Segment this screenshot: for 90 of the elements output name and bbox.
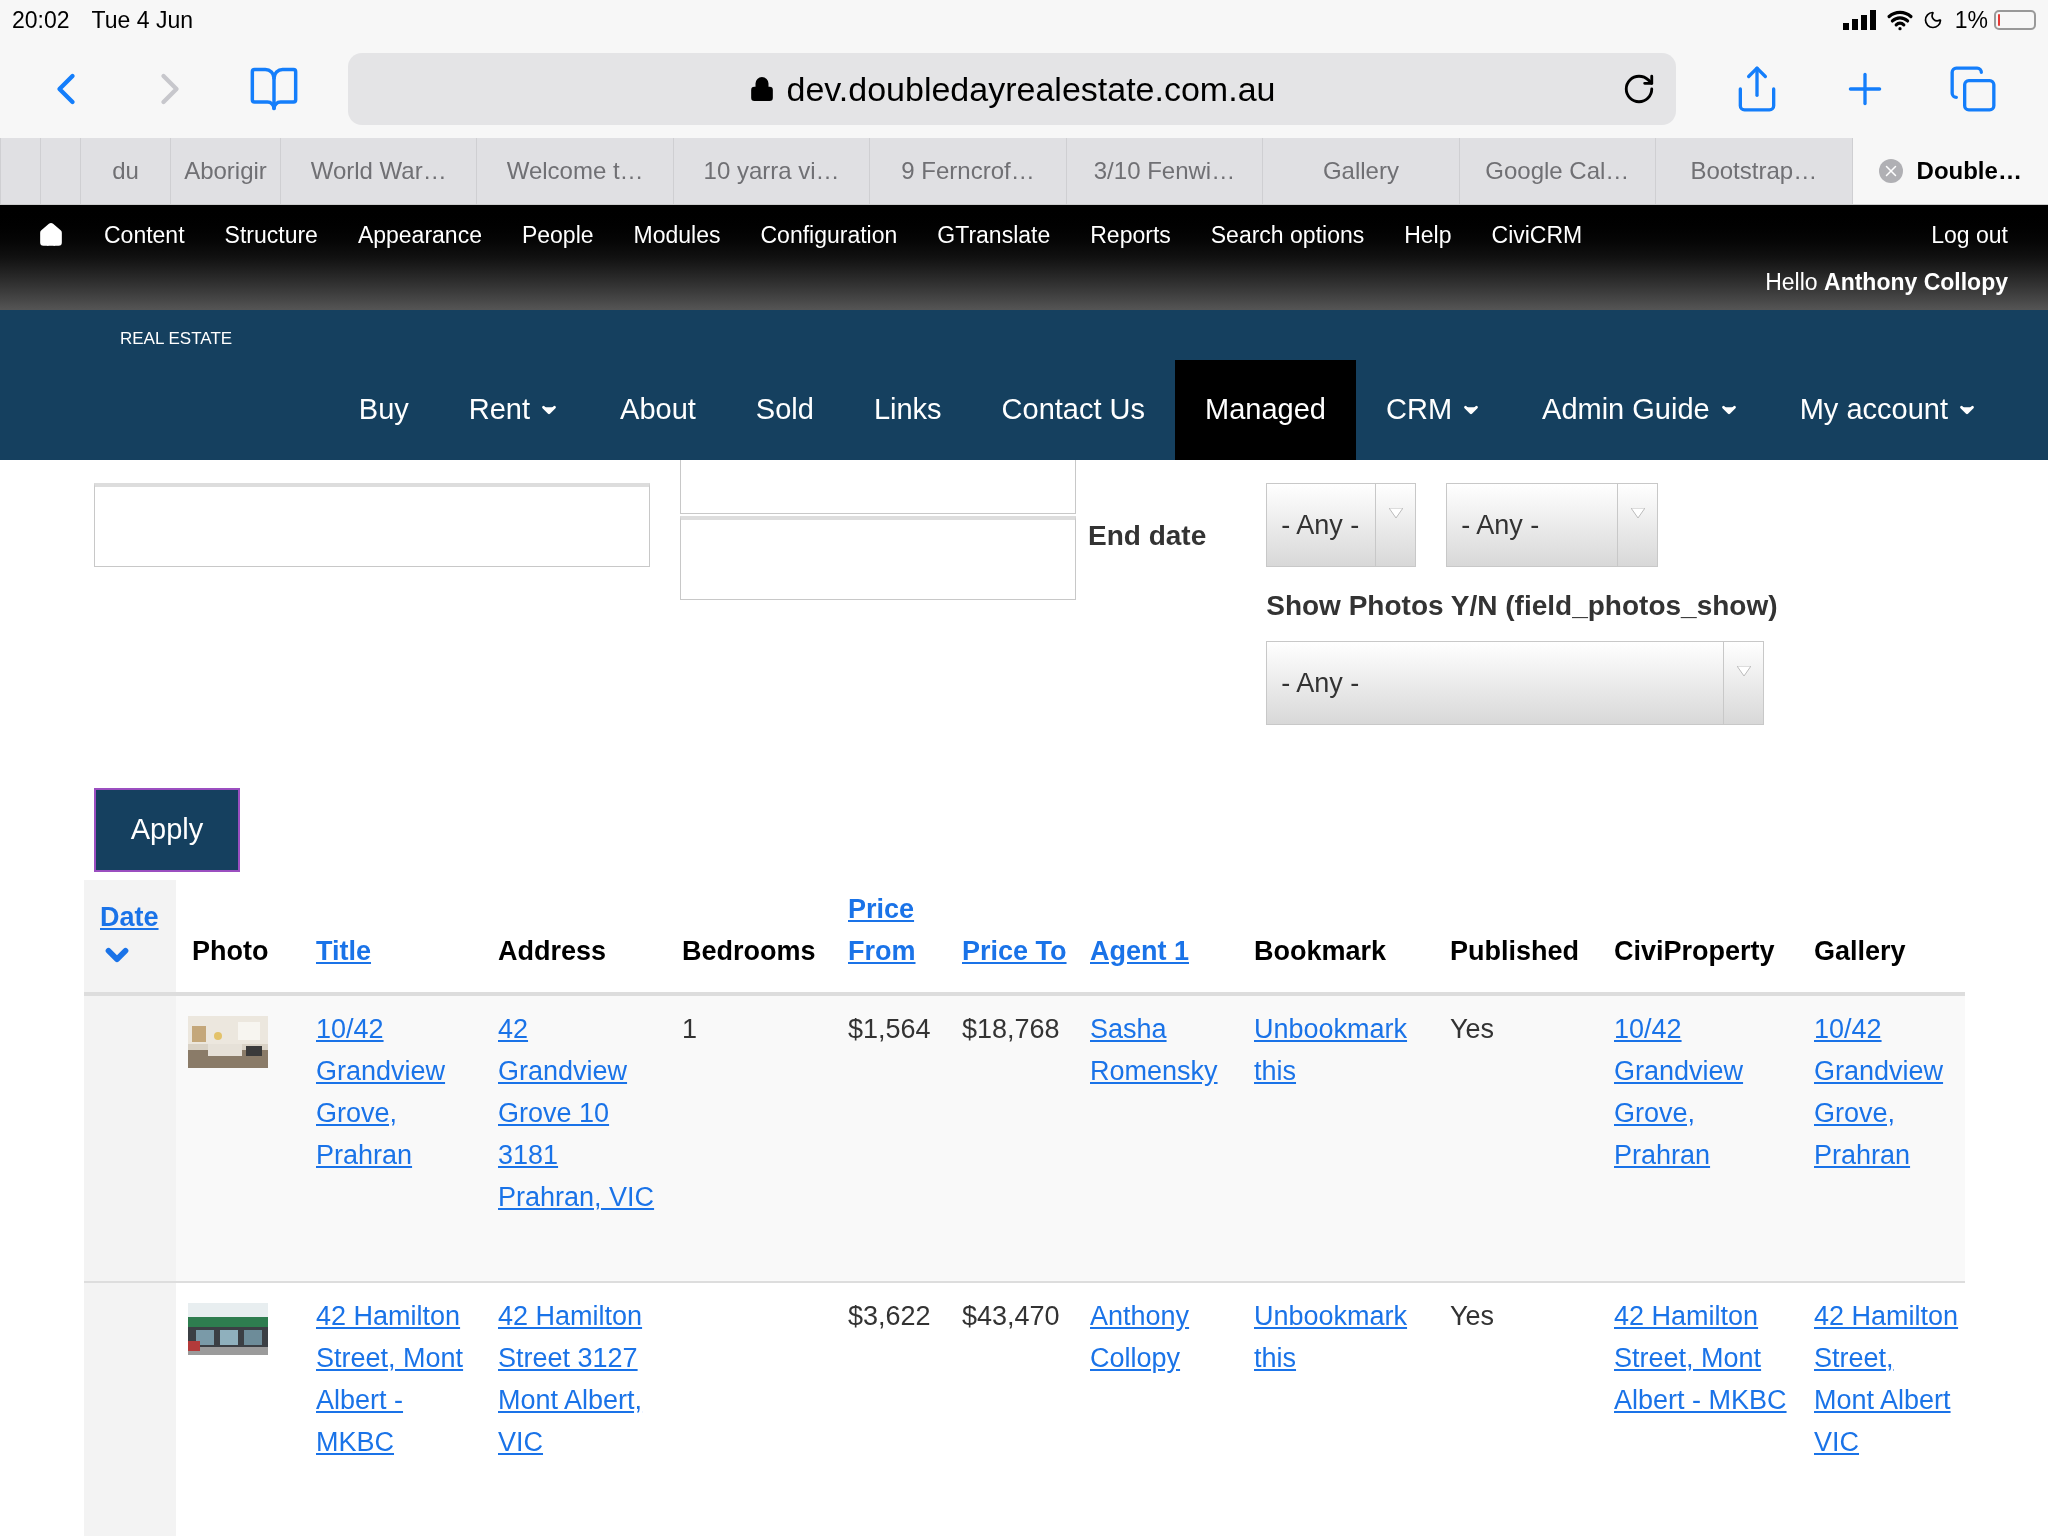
admin-menu-item[interactable]: Search options	[1210, 217, 1365, 253]
nav-link[interactable]: Buy	[328, 360, 439, 460]
admin-menu-item[interactable]: Content	[104, 217, 185, 253]
column-header-link[interactable]: Title	[316, 930, 436, 972]
table-link[interactable]: 10/42 Grandview Grove, Prahran	[316, 1008, 478, 1176]
nav-link[interactable]: About	[590, 360, 726, 460]
column-header-link[interactable]: Agent 1	[1090, 930, 1210, 972]
nav-link[interactable]: Admin Guide	[1512, 360, 1770, 460]
browser-tab[interactable]: du	[80, 138, 170, 204]
text-field[interactable]	[680, 516, 1076, 600]
admin-menu-item[interactable]: Appearance	[357, 217, 482, 253]
nav-link[interactable]: Managed	[1175, 360, 1356, 460]
admin-menu-item[interactable]: CiviCRM	[1491, 217, 1583, 253]
column-header: Address	[498, 935, 608, 968]
select-field[interactable]: - Any -	[1266, 483, 1417, 567]
column-header-link[interactable]: Price From	[848, 888, 946, 972]
lock-icon	[748, 76, 775, 102]
moon-icon	[1922, 10, 1943, 30]
table-cell-text: $18,768	[962, 1013, 1061, 1046]
table-link[interactable]: 42 Hamilton Street, Mont Albert VIC	[1814, 1295, 1961, 1463]
admin-menu-item[interactable]: GTranslate	[937, 217, 1051, 253]
column-header: Bedrooms	[682, 935, 817, 968]
table-cell-text: $43,470	[962, 1300, 1061, 1333]
browser-tab[interactable]: 3/10 Fenwi…	[1065, 138, 1263, 204]
browser-tab[interactable]: Gallery	[1262, 138, 1459, 204]
signal-icon	[1842, 10, 1877, 30]
select-field[interactable]: - Any -	[1446, 483, 1659, 567]
table-link[interactable]: Unbookmark this	[1254, 1295, 1430, 1379]
browser-tab[interactable]: World War…	[280, 138, 477, 204]
admin-menu-item[interactable]: Modules	[633, 217, 721, 253]
admin-menu-item[interactable]: People	[521, 217, 594, 253]
field-label: Show Photos Y/N (field_photos_show)	[1266, 589, 1778, 623]
table-link[interactable]: Anthony Collopy	[1090, 1295, 1234, 1379]
table-link[interactable]: 10/42 Grandview Grove, Prahran	[1814, 1008, 1961, 1176]
browser-tab[interactable]: Google Cal…	[1458, 138, 1656, 204]
home-icon[interactable]	[38, 222, 64, 248]
browser-tab[interactable]: Welcome t…	[476, 138, 673, 204]
column-header: Photo	[192, 935, 270, 968]
logout-link[interactable]: Log out	[1931, 217, 2008, 253]
table-link[interactable]: 42 Hamilton Street 3127 Mont Albert, VIC	[498, 1295, 662, 1463]
admin-menu-item[interactable]: Structure	[224, 217, 318, 253]
reload-icon[interactable]	[1622, 72, 1656, 106]
table-link[interactable]: 42 Hamilton Street, Mont Albert - MKBC	[1614, 1295, 1794, 1421]
logo-subtitle: REAL ESTATE	[120, 329, 233, 348]
browser-tab[interactable]: Aborigir	[170, 138, 280, 204]
column-header-link[interactable]: Price To	[962, 930, 1074, 972]
battery-icon	[1994, 10, 2036, 30]
column-header: CiviProperty	[1614, 935, 1776, 968]
select-field[interactable]: - Any -	[1266, 641, 1765, 725]
browser-tab[interactable]: 10 yarra vi…	[672, 138, 870, 204]
field-label: End date	[1088, 519, 1207, 553]
table-link[interactable]: 42 Grandview Grove 10 3181 Prahran, VIC	[498, 1008, 662, 1218]
nav-link[interactable]: Links	[843, 360, 972, 460]
nav-link[interactable]: CRM	[1356, 360, 1513, 460]
nav-link[interactable]: Rent	[438, 360, 591, 460]
caret-icon	[1630, 508, 1645, 518]
table-cell-text: Yes	[1450, 1013, 1496, 1046]
apply-button[interactable]: Apply	[94, 788, 240, 872]
address-bar[interactable]: dev.doubledayrealestate.com.au	[348, 53, 1676, 125]
battery-percent: 1%	[1954, 5, 1988, 35]
admin-menu-item[interactable]: Reports	[1090, 217, 1171, 253]
nav-link[interactable]: Sold	[725, 360, 844, 460]
table-cell-text: 1	[682, 1013, 699, 1046]
column-header: Bookmark	[1254, 935, 1388, 968]
table-link[interactable]: 10/42 Grandview Grove, Prahran	[1614, 1008, 1794, 1176]
nav-link[interactable]: Contact Us	[971, 360, 1176, 460]
status-date: Tue 4 Jun	[91, 5, 193, 35]
greeting-text: Hello Anthony Collopy	[1765, 268, 2008, 297]
table-cell-text: $1,564	[848, 1013, 932, 1046]
text-field[interactable]	[94, 483, 650, 567]
caret-icon	[1736, 666, 1751, 676]
text-field[interactable]	[680, 460, 1076, 514]
table-cell-text: Yes	[1450, 1300, 1496, 1333]
table-cell-text: $3,622	[848, 1300, 932, 1333]
column-header: Gallery	[1814, 935, 1907, 968]
nav-link[interactable]: My account	[1769, 360, 2008, 460]
browser-tab[interactable]: 9 Ferncrof…	[869, 138, 1066, 204]
table-link[interactable]: Sasha Romensky	[1090, 1008, 1234, 1092]
table-link[interactable]: Unbookmark this	[1254, 1008, 1430, 1092]
column-header: Published	[1450, 935, 1580, 968]
caret-icon	[1388, 508, 1403, 518]
browser-tab[interactable]: Double…	[1851, 138, 2048, 204]
status-time: 20:02	[12, 5, 70, 35]
url-text: dev.doubledayrealestate.com.au	[786, 68, 1276, 110]
browser-tab[interactable]: Bootstrap…	[1655, 138, 1852, 204]
tabs-icon[interactable]	[1948, 64, 1998, 114]
admin-menu-item[interactable]: Configuration	[760, 217, 898, 253]
table-link[interactable]: 42 Hamilton Street, Mont Albert - MKBC	[316, 1295, 478, 1463]
close-icon[interactable]	[1878, 159, 1903, 183]
admin-menu-item[interactable]: Help	[1404, 217, 1452, 253]
